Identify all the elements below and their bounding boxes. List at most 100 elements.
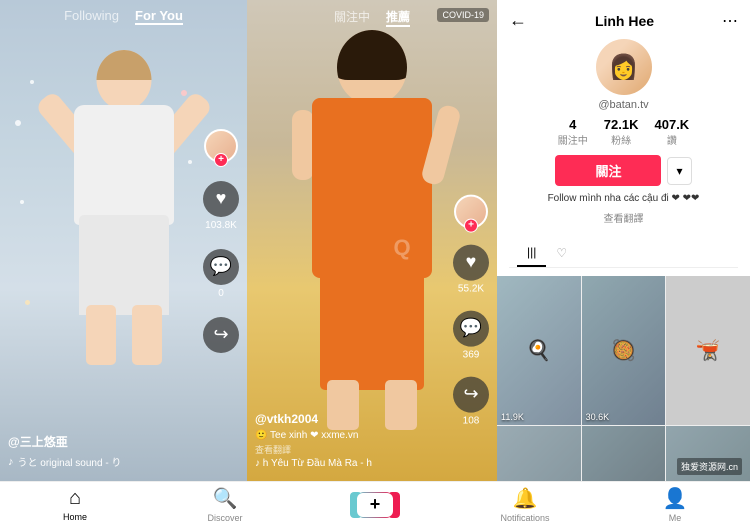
stat-following: 4 關注中 bbox=[558, 117, 588, 147]
nav-discover[interactable]: 🔍 Discover bbox=[150, 486, 300, 523]
video-thumb-1[interactable]: 🍳 11.9K bbox=[497, 276, 581, 425]
discover-label: Discover bbox=[207, 513, 242, 523]
profile-header: ← Linh Hee ⋯ 👩 @batan.tv 4 關注中 72.1K 粉絲 bbox=[497, 0, 750, 276]
stat-followers: 72.1K 粉絲 bbox=[604, 117, 639, 147]
mid-share-icon: ↪ bbox=[453, 376, 489, 412]
sparkle bbox=[25, 300, 30, 305]
left-username: @三上悠亜 bbox=[8, 433, 197, 450]
left-song-text: うと original sound - り bbox=[18, 454, 122, 469]
likes-num: 407.K bbox=[655, 117, 690, 132]
figure-pants bbox=[79, 215, 169, 315]
profile-name: Linh Hee bbox=[535, 13, 714, 29]
nav-home[interactable]: ⌂ Home bbox=[0, 487, 150, 522]
profile-handle: @batan.tv bbox=[598, 99, 648, 111]
video-figure bbox=[54, 50, 194, 380]
following-tab[interactable]: Following bbox=[64, 8, 119, 25]
comment-icon: 💬 bbox=[203, 249, 239, 285]
left-bottom-info: @三上悠亜 ♪ うと original sound - り bbox=[8, 433, 197, 469]
mid-pants bbox=[320, 270, 424, 390]
left-top-nav: Following For You bbox=[0, 8, 247, 25]
followers-label: 粉絲 bbox=[611, 132, 631, 147]
discover-icon: 🔍 bbox=[213, 486, 238, 511]
video-grid: 🍳 11.9K 🥘 30.6K 🫕 🥗 15.6K 🍲 🧆 🥙 bbox=[497, 276, 750, 481]
home-label: Home bbox=[63, 512, 87, 522]
add-button[interactable]: + bbox=[356, 492, 394, 518]
figure-hair bbox=[96, 50, 151, 80]
heart-icon: ♥ bbox=[203, 181, 239, 217]
bottom-nav: ⌂ Home 🔍 Discover + 🔔 Notifications 👤 Me bbox=[0, 481, 750, 527]
like-count-left: 103.8K bbox=[205, 220, 237, 231]
share-count-mid: 108 bbox=[463, 415, 480, 426]
profile-avatar-row: 👩 @batan.tv 4 關注中 72.1K 粉絲 407.K 讚 bbox=[509, 39, 738, 233]
back-button[interactable]: ← bbox=[509, 10, 527, 31]
nav-notifications[interactable]: 🔔 Notifications bbox=[450, 486, 600, 523]
thumb-scene-5: 🍲 bbox=[582, 426, 666, 481]
share-button-mid[interactable]: ↪ 108 bbox=[453, 376, 489, 426]
follow-more-button[interactable]: ▾ bbox=[667, 157, 691, 185]
video-thumb-3[interactable]: 🫕 bbox=[666, 276, 750, 425]
thumb-scene-2: 🥘 bbox=[582, 276, 666, 425]
covid-badge: COVID-19 bbox=[437, 8, 489, 22]
mid-translate[interactable]: 查看翻譯 bbox=[255, 443, 442, 456]
mid-comment-icon: 💬 bbox=[453, 310, 489, 346]
middle-video-panel[interactable]: 關注中 推薦 COVID-19 Q + ♥ 55.2K bbox=[247, 0, 497, 481]
profile-top-bar: ← Linh Hee ⋯ bbox=[509, 10, 738, 31]
mid-song-text: ♪ h Yêu Từ Đầu Mà Ra - h bbox=[255, 458, 372, 469]
notifications-icon: 🔔 bbox=[513, 486, 538, 511]
notifications-label: Notifications bbox=[500, 513, 549, 523]
middle-side-icons: + ♥ 55.2K 💬 369 ↪ 108 bbox=[453, 194, 489, 426]
mid-creator-avatar[interactable]: + bbox=[454, 194, 488, 228]
mid-head bbox=[337, 30, 407, 105]
tab-liked[interactable]: ♡ bbox=[546, 239, 577, 267]
followers-num: 72.1K bbox=[604, 117, 639, 132]
creator-avatar[interactable]: + bbox=[204, 129, 238, 163]
profile-icon: 👤 bbox=[663, 486, 688, 511]
follow-button[interactable]: 關注 bbox=[555, 155, 661, 186]
comment-count-left: 0 bbox=[218, 288, 224, 299]
mid-shirt: Q bbox=[312, 98, 432, 278]
left-video-panel[interactable]: Following For You bbox=[0, 0, 247, 481]
left-song-info: ♪ うと original sound - り bbox=[8, 454, 197, 469]
profile-avatar: 👩 bbox=[596, 39, 652, 95]
video-thumb-4[interactable]: 🥗 15.6K bbox=[497, 426, 581, 481]
mid-arm-left bbox=[292, 110, 314, 180]
add-icon: + bbox=[357, 493, 393, 517]
share-button-left[interactable]: ↪ bbox=[203, 317, 239, 353]
mid-song-info: ♪ h Yêu Từ Đầu Mà Ra - h bbox=[255, 458, 442, 469]
middle-bottom-info: @vtkh2004 🙂 Tee xinh ❤ xxme.vn 查看翻譯 ♪ h … bbox=[255, 412, 442, 469]
nav-add[interactable]: + bbox=[300, 492, 450, 518]
like-button-left[interactable]: ♥ 103.8K bbox=[203, 181, 239, 231]
comment-button-left[interactable]: 💬 0 bbox=[203, 249, 239, 299]
thumb-scene-3: 🫕 bbox=[666, 276, 750, 425]
figure-head bbox=[96, 50, 151, 110]
like-button-mid[interactable]: ♥ 55.2K bbox=[453, 244, 489, 294]
figure-shirt bbox=[74, 105, 174, 225]
mid-figure: Q bbox=[282, 30, 462, 430]
mid-follow-plus[interactable]: + bbox=[464, 218, 478, 232]
mid-hair bbox=[337, 30, 407, 80]
video-thumb-5[interactable]: 🍲 bbox=[582, 426, 666, 481]
leg-left bbox=[86, 305, 116, 365]
following-cn-tab[interactable]: 關注中 bbox=[334, 8, 370, 27]
for-you-tab[interactable]: For You bbox=[135, 8, 183, 25]
thumb-scene-4: 🥗 bbox=[497, 426, 581, 481]
profile-more-button[interactable]: ⋯ bbox=[722, 11, 738, 31]
share-icon: ↪ bbox=[203, 317, 239, 353]
video-thumb-2[interactable]: 🥘 30.6K bbox=[582, 276, 666, 425]
left-side-icons: + ♥ 103.8K 💬 0 ↪ bbox=[203, 129, 239, 353]
leg-right bbox=[132, 305, 162, 365]
bio-translate[interactable]: 查看翻譯 bbox=[604, 210, 644, 225]
comment-count-mid: 369 bbox=[463, 349, 480, 360]
me-label: Me bbox=[669, 513, 682, 523]
comment-button-mid[interactable]: 💬 369 bbox=[453, 310, 489, 360]
tab-videos[interactable]: ||| bbox=[517, 239, 546, 267]
recommended-cn-tab[interactable]: 推薦 bbox=[386, 8, 410, 27]
mid-username: @vtkh2004 bbox=[255, 412, 442, 426]
likes-label: 讚 bbox=[667, 132, 677, 147]
follow-plus[interactable]: + bbox=[214, 153, 228, 167]
nav-me[interactable]: 👤 Me bbox=[600, 486, 750, 523]
following-label: 關注中 bbox=[558, 132, 588, 147]
thumb-scene-1: 🍳 bbox=[497, 276, 581, 425]
music-note-icon: ♪ bbox=[8, 456, 14, 468]
sparkle bbox=[15, 120, 21, 126]
